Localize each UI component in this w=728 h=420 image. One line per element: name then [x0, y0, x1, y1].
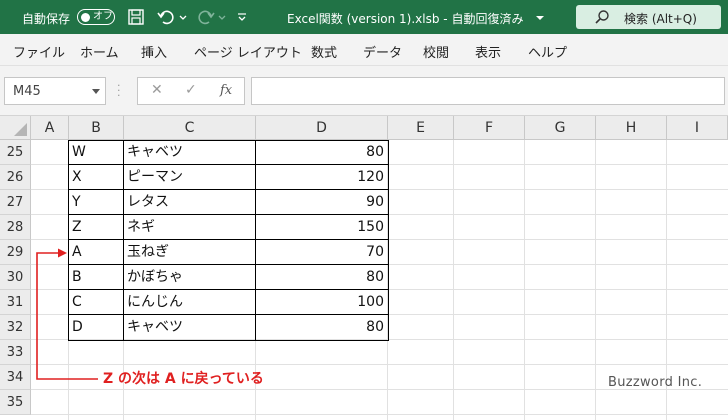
annotation-text: Z の次は A に戻っている — [103, 371, 264, 387]
annotation-arrow — [36, 248, 98, 380]
watermark: Buzzword Inc. — [608, 375, 703, 390]
